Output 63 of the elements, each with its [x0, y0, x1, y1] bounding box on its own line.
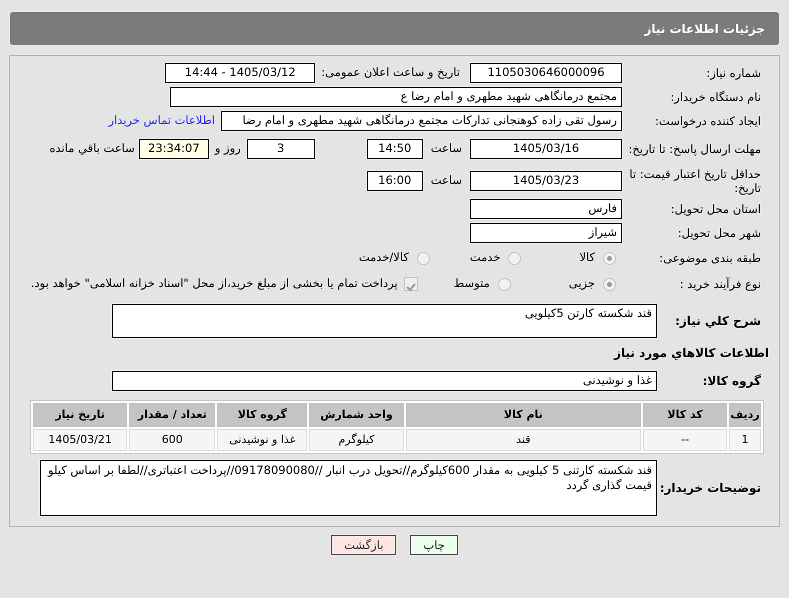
- column-header: نام کالا: [406, 403, 642, 427]
- radio-label: کالا: [579, 249, 595, 266]
- table-cell: قند: [406, 429, 642, 451]
- field-label: طبقه بندی موضوعی:: [658, 250, 762, 266]
- city-field: شیراز: [470, 223, 622, 243]
- need-number-field: 1105030646000096: [470, 63, 622, 83]
- column-header: گروه کالا: [217, 403, 308, 427]
- column-header: تعداد / مقدار: [129, 403, 216, 427]
- field-label: استان محل تحویل:: [670, 202, 762, 216]
- payment-note: پرداخت تمام یا بخشی از مبلغ خرید،از محل "اسناد خزانه اسلامی" خواهد بود.: [30, 275, 398, 292]
- announce-date-field: 1405/03/12 - 14:44: [165, 63, 316, 83]
- back-button[interactable]: بازگشت: [331, 535, 396, 555]
- validity-time-field: 16:00: [366, 171, 423, 191]
- page-header: جزئیات اطلاعات نیاز: [10, 12, 779, 45]
- radio-button[interactable]: [508, 252, 522, 264]
- table-cell: 1: [729, 429, 761, 451]
- radio-button[interactable]: [603, 252, 616, 264]
- column-header: واحد شمارش: [309, 403, 404, 427]
- column-header: کد کالا: [643, 403, 728, 427]
- province-field: فارس: [470, 199, 622, 219]
- column-header: ردیف: [729, 403, 761, 427]
- deadline-date-field: 1405/03/16: [470, 139, 622, 159]
- field-label: شماره نیاز:: [705, 66, 762, 80]
- field-label: نام دستگاه خریدار:: [669, 90, 762, 104]
- buyer-notes-field: قند شکسته کارتنی 5 کیلویی به مقدار 600کیلوگرم//تحویل درب انبار //09178090080//پرداخت اعتباتری//لطفا بر اساس کیلو قیمت گذاری گردد: [40, 460, 657, 516]
- print-button[interactable]: چاپ: [410, 535, 458, 555]
- field-label: ایجاد کننده درخواست:: [654, 114, 762, 128]
- field-label: تاریخ و ساعت اعلان عمومی:: [321, 64, 460, 82]
- section-title: اطلاعات كالاهاي مورد نياز: [614, 345, 769, 362]
- radio-label: متوسط: [454, 275, 490, 292]
- radio-label: خدمت: [470, 249, 500, 266]
- table-cell: 600: [129, 429, 216, 451]
- field-label: شرح كلي نياز:: [674, 314, 762, 328]
- remaining-label: ساعت باقي مانده: [50, 140, 135, 158]
- column-header: تاریخ نیاز: [33, 403, 128, 427]
- radio-label: کالا/خدمت: [358, 249, 409, 266]
- time-label: ساعت: [430, 172, 462, 190]
- field-label: گروه کالا:: [702, 374, 762, 388]
- deadline-time-field: 14:50: [366, 139, 423, 159]
- description-field: قند شکسته کارتن 5کیلویی: [112, 304, 657, 338]
- checkbox[interactable]: [404, 277, 418, 291]
- radio-label: جزیی: [568, 275, 595, 292]
- field-label: شهر محل تحویل:: [676, 226, 762, 240]
- radio-button[interactable]: [416, 252, 430, 264]
- contact-link[interactable]: اطلاعات تماس خریدار: [108, 112, 215, 130]
- table-cell: --: [643, 429, 728, 451]
- buyer-org-field: مجتمع درمانگاهی شهید مطهری و امام رضا ع: [170, 87, 622, 107]
- time-label: ساعت: [430, 140, 462, 158]
- table-cell: 1405/03/21: [33, 429, 128, 451]
- field-label: مهلت ارسال پاسخ: تا تاریخ:: [627, 142, 762, 156]
- radio-button[interactable]: [498, 278, 511, 290]
- field-label: نوع فرآیند خرید :: [678, 276, 762, 292]
- remaining-time-field: 23:34:07: [138, 139, 209, 159]
- validity-date-field: 1405/03/23: [470, 171, 622, 191]
- creator-field: رسول تقی زاده کوهنجانی تدارکات مجتمع درمانگاهی شهید مطهری و امام رضا: [221, 111, 622, 131]
- days-field: 3: [246, 139, 315, 159]
- field-label: حداقل تاریخ اعتبار قیمت: تا تاریخ:: [628, 166, 762, 196]
- table-cell: کیلوگرم: [309, 429, 404, 451]
- days-label: روز و: [214, 140, 241, 158]
- radio-button[interactable]: [603, 278, 616, 290]
- goods-group-field: غذا و نوشیدنی: [112, 371, 657, 391]
- field-label: توضیحات خریدار:: [658, 480, 762, 496]
- table-cell: غذا و نوشیدنی: [217, 429, 308, 451]
